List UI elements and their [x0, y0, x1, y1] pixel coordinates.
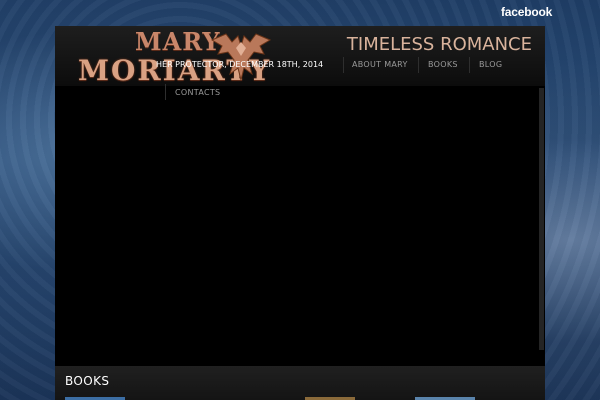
dragon-icon: [210, 33, 272, 81]
books-section-header: BOOKS: [55, 366, 545, 400]
nav-divider: [418, 57, 419, 73]
slider-scroll-track[interactable]: [539, 88, 544, 350]
nav-divider: [343, 57, 344, 73]
nav-item-blog[interactable]: BLOG: [479, 60, 502, 69]
nav-divider: [165, 84, 166, 100]
books-section-title: BOOKS: [65, 374, 110, 388]
site-container: MARY MORIARTY TIMELESS ROMANCE HER PROTE…: [55, 26, 545, 400]
facebook-link[interactable]: facebook: [501, 5, 552, 19]
nav-item-books[interactable]: BOOKS: [428, 60, 458, 69]
nav-item-contacts[interactable]: CONTACTS: [175, 88, 220, 97]
nav-item-about-mary[interactable]: ABOUT MARY: [352, 60, 408, 69]
nav-divider: [469, 57, 470, 73]
site-tagline: TIMELESS ROMANCE: [346, 34, 532, 55]
latest-post-link[interactable]: HER PROTECTOR, DECEMBER 18TH, 2014: [156, 60, 323, 69]
site-header: MARY MORIARTY TIMELESS ROMANCE HER PROTE…: [55, 26, 545, 100]
